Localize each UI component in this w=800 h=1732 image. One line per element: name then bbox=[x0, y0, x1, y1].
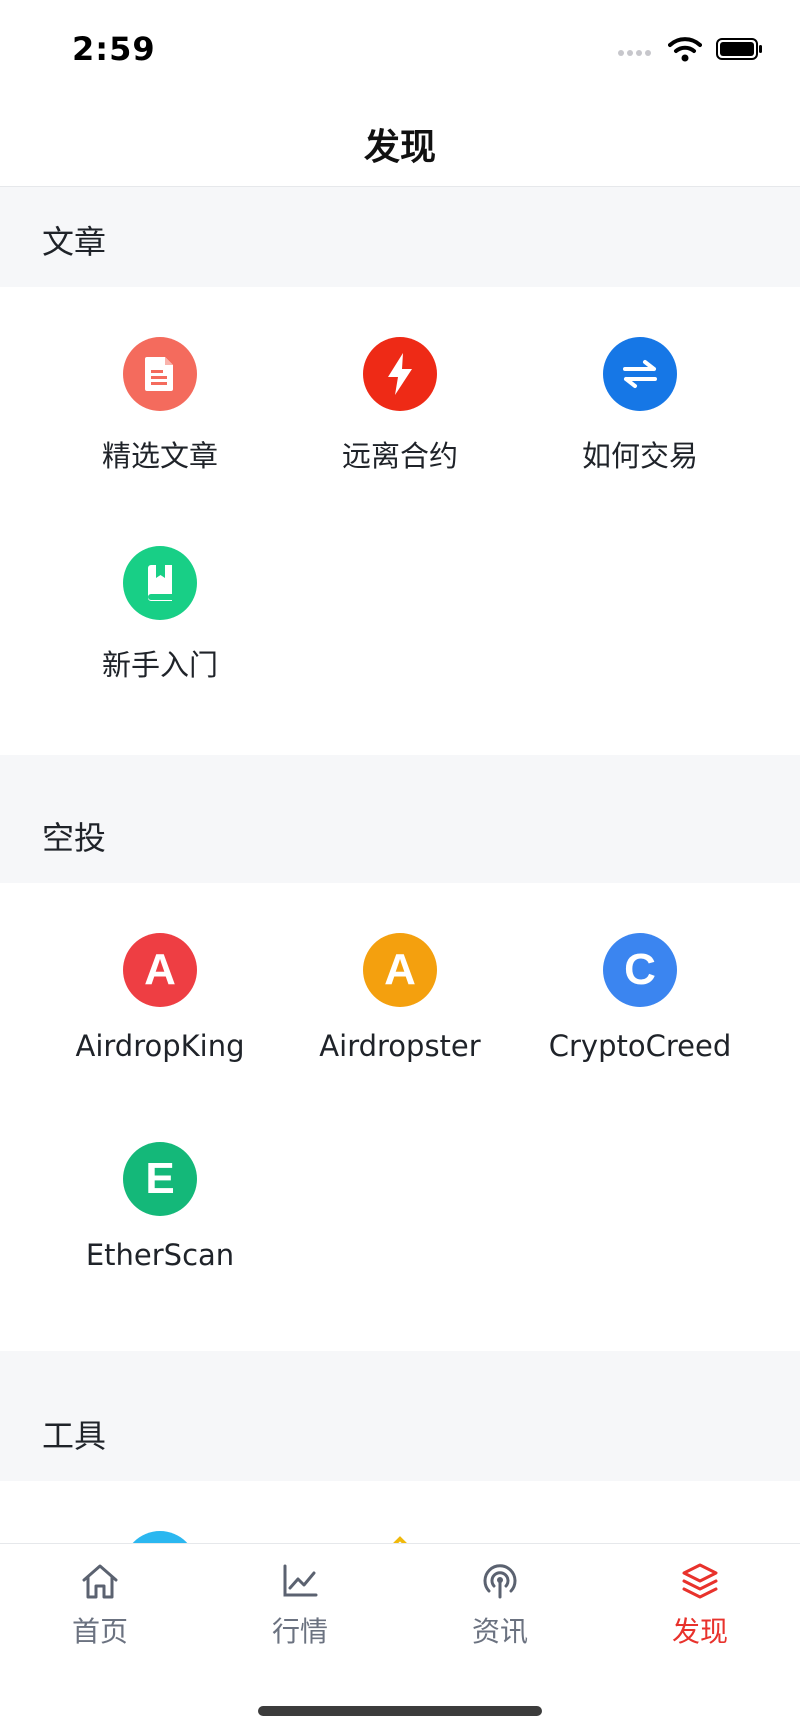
grid-item-etherscan[interactable]: E EtherScan bbox=[40, 1142, 280, 1338]
browser-e-icon: e bbox=[123, 1531, 197, 1543]
section-header-articles: 文章 bbox=[0, 187, 800, 287]
letter-a-icon: A bbox=[363, 933, 437, 1007]
document-icon bbox=[123, 337, 197, 411]
section-title: 文章 bbox=[42, 223, 107, 261]
broadcast-icon bbox=[480, 1564, 520, 1604]
exchange-arrows-icon bbox=[603, 337, 677, 411]
grid-item-wave[interactable] bbox=[520, 1531, 760, 1543]
discover-content[interactable]: 文章 精选文章 远离合约 如何交易 新手入门 空投 A AirdropKing … bbox=[0, 187, 800, 1543]
item-label: 精选文章 bbox=[101, 439, 218, 473]
grid-item-browser[interactable]: e bbox=[40, 1531, 280, 1543]
section-header-tools: 工具 bbox=[0, 1351, 800, 1481]
home-indicator[interactable] bbox=[258, 1706, 542, 1716]
wave-logo-icon bbox=[603, 1531, 677, 1543]
grid-item-cryptocreed[interactable]: C CryptoCreed bbox=[520, 933, 760, 1129]
item-label: 如何交易 bbox=[581, 439, 698, 473]
status-time: 2:59 bbox=[72, 30, 156, 68]
tab-label: 资讯 bbox=[471, 1615, 528, 1648]
articles-grid: 精选文章 远离合约 如何交易 新手入门 bbox=[0, 287, 800, 755]
status-bar: 2:59 bbox=[0, 0, 800, 100]
wifi-icon bbox=[668, 36, 702, 66]
grid-item-beginner-guide[interactable]: 新手入门 bbox=[40, 546, 280, 742]
page-title: 发现 bbox=[363, 127, 436, 168]
tab-label: 发现 bbox=[671, 1615, 728, 1648]
item-label: 远离合约 bbox=[341, 439, 458, 473]
item-label: EtherScan bbox=[85, 1238, 235, 1272]
item-label: CryptoCreed bbox=[548, 1029, 732, 1063]
layers-icon bbox=[680, 1563, 720, 1604]
tab-label: 行情 bbox=[271, 1615, 328, 1648]
letter-e-icon: E bbox=[123, 1142, 197, 1216]
tab-discover[interactable]: 发现 bbox=[600, 1544, 800, 1654]
grid-item-how-to-trade[interactable]: 如何交易 bbox=[520, 337, 760, 533]
lightning-icon bbox=[363, 337, 437, 411]
status-icons bbox=[618, 36, 764, 66]
home-icon bbox=[80, 1564, 120, 1604]
tab-news[interactable]: 资讯 bbox=[400, 1544, 600, 1654]
nav-bar: 发现 bbox=[0, 100, 800, 187]
item-label: Airdropster bbox=[319, 1029, 481, 1063]
grid-item-binance[interactable] bbox=[280, 1531, 520, 1543]
item-label: 新手入门 bbox=[101, 648, 218, 682]
airdrops-grid: A AirdropKing A Airdropster C CryptoCree… bbox=[0, 883, 800, 1351]
section-title: 空投 bbox=[42, 819, 107, 857]
book-icon bbox=[123, 546, 197, 620]
grid-item-airdropster[interactable]: A Airdropster bbox=[280, 933, 520, 1129]
tab-bar: 首页 行情 资讯 发现 bbox=[0, 1543, 800, 1732]
battery-icon bbox=[716, 37, 764, 65]
section-header-airdrops: 空投 bbox=[0, 755, 800, 883]
tab-home[interactable]: 首页 bbox=[0, 1544, 200, 1654]
grid-item-airdropking[interactable]: A AirdropKing bbox=[40, 933, 280, 1129]
grid-item-avoid-contracts[interactable]: 远离合约 bbox=[280, 337, 520, 533]
letter-c-icon: C bbox=[603, 933, 677, 1007]
binance-logo-icon bbox=[363, 1531, 437, 1543]
tab-label: 首页 bbox=[71, 1615, 128, 1648]
signal-icon bbox=[618, 42, 654, 61]
item-label: AirdropKing bbox=[75, 1029, 245, 1063]
chart-line-icon bbox=[280, 1564, 320, 1604]
tools-grid: e bbox=[0, 1481, 800, 1543]
grid-item-featured-articles[interactable]: 精选文章 bbox=[40, 337, 280, 533]
tab-market[interactable]: 行情 bbox=[200, 1544, 400, 1654]
section-title: 工具 bbox=[42, 1417, 107, 1455]
letter-a-icon: A bbox=[123, 933, 197, 1007]
